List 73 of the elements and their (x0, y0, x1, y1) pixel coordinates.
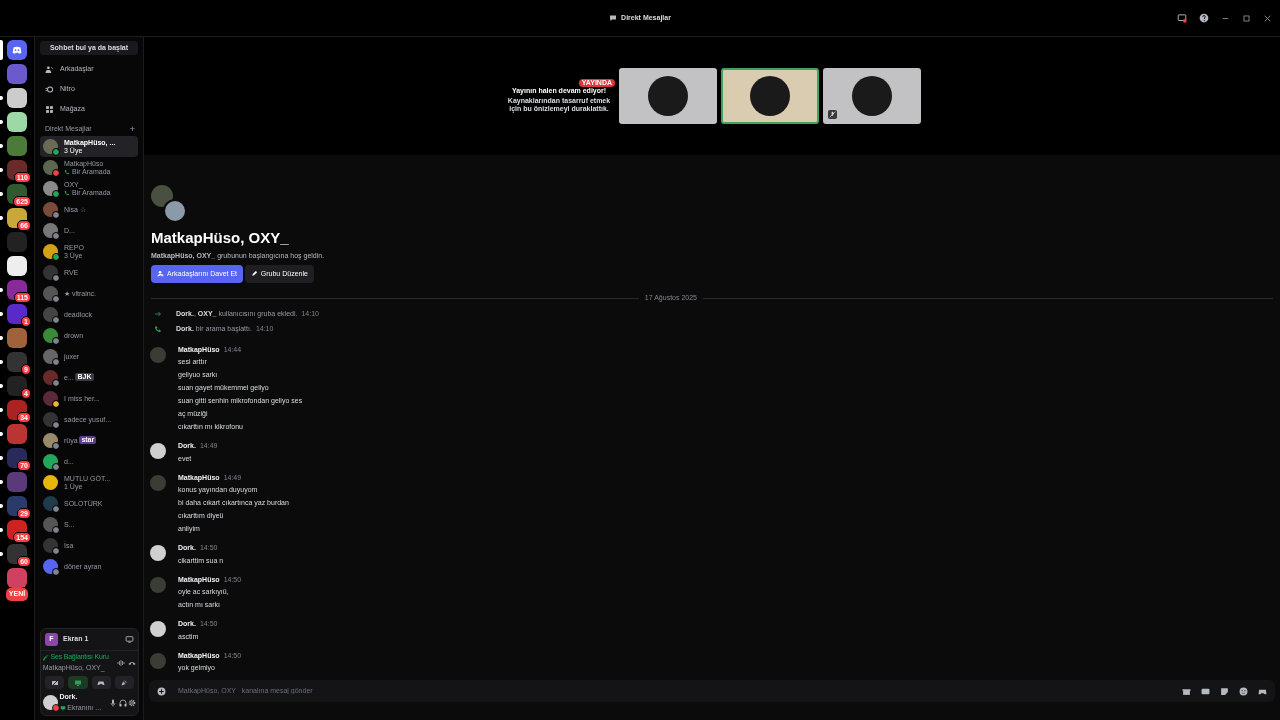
avatar (43, 348, 58, 364)
avatar (43, 432, 58, 448)
user-avatar (150, 576, 166, 593)
pencil-icon (250, 270, 258, 278)
avatar (43, 243, 58, 259)
avatar (43, 537, 58, 553)
user-avatar (150, 545, 166, 561)
group-avatar (163, 198, 187, 223)
avatar (43, 453, 58, 469)
signal-icon (42, 654, 49, 661)
avatar (750, 76, 790, 116)
avatar (43, 369, 58, 385)
avatar (43, 495, 58, 511)
maximize-icon[interactable] (1242, 13, 1251, 23)
avatar (43, 180, 58, 196)
channel-title: MatkapHüso, OXY_ (151, 228, 290, 247)
inbox-icon[interactable] (1177, 13, 1187, 23)
avatar (43, 558, 58, 574)
headphones-icon[interactable] (118, 698, 127, 707)
party-icon (120, 678, 129, 687)
avatar (43, 138, 58, 154)
close-icon[interactable] (1263, 13, 1272, 23)
screen-share-button[interactable] (68, 676, 88, 690)
chat-icon (609, 14, 618, 22)
group-avatar (151, 184, 173, 207)
stream-tile[interactable] (619, 68, 717, 124)
avatar (43, 285, 58, 301)
avatar (43, 411, 58, 427)
avatar (43, 474, 58, 490)
user-avatar (42, 695, 58, 711)
phone-icon (154, 325, 162, 333)
avatar (43, 159, 58, 175)
person-plus-icon (157, 270, 164, 278)
soundboard-button[interactable] (114, 676, 134, 690)
emoji-icon[interactable] (1239, 686, 1248, 696)
user-avatar (150, 346, 166, 363)
gift-icon[interactable] (1182, 686, 1191, 696)
help-icon[interactable] (1199, 13, 1209, 23)
add-icon[interactable] (157, 686, 166, 696)
avatar (43, 306, 58, 322)
avatar (43, 516, 58, 532)
server-icon[interactable] (7, 112, 27, 132)
microphone-icon[interactable] (108, 698, 117, 707)
camera-button[interactable] (45, 676, 65, 690)
avatar (648, 76, 688, 116)
soundwave-icon[interactable] (117, 658, 126, 667)
activity-button[interactable] (91, 676, 111, 690)
avatar (43, 390, 58, 406)
friends-icon (45, 64, 54, 74)
user-avatar (150, 474, 166, 491)
sticker-icon[interactable] (1220, 686, 1229, 696)
shop-icon (45, 104, 54, 114)
user-avatar (150, 443, 166, 459)
server-icon[interactable] (7, 256, 27, 276)
user-avatar (150, 621, 166, 637)
nitro-icon (45, 84, 54, 94)
add-button[interactable]: + (129, 124, 135, 134)
home-button[interactable] (7, 40, 27, 60)
screen-icon (59, 705, 66, 711)
avatar (43, 327, 58, 343)
arrow-icon (154, 310, 162, 318)
screen-icon[interactable] (125, 634, 134, 644)
stream-tile[interactable] (823, 68, 921, 124)
server-icon[interactable] (7, 88, 27, 108)
screen-icon (73, 678, 82, 687)
gif-icon[interactable] (1201, 686, 1210, 696)
settings-icon[interactable] (128, 698, 137, 707)
avatar (43, 201, 58, 217)
user-avatar (150, 652, 166, 669)
avatar (43, 264, 58, 280)
stream-tile[interactable] (721, 68, 819, 124)
avatar (43, 222, 58, 238)
avatar (852, 76, 892, 116)
